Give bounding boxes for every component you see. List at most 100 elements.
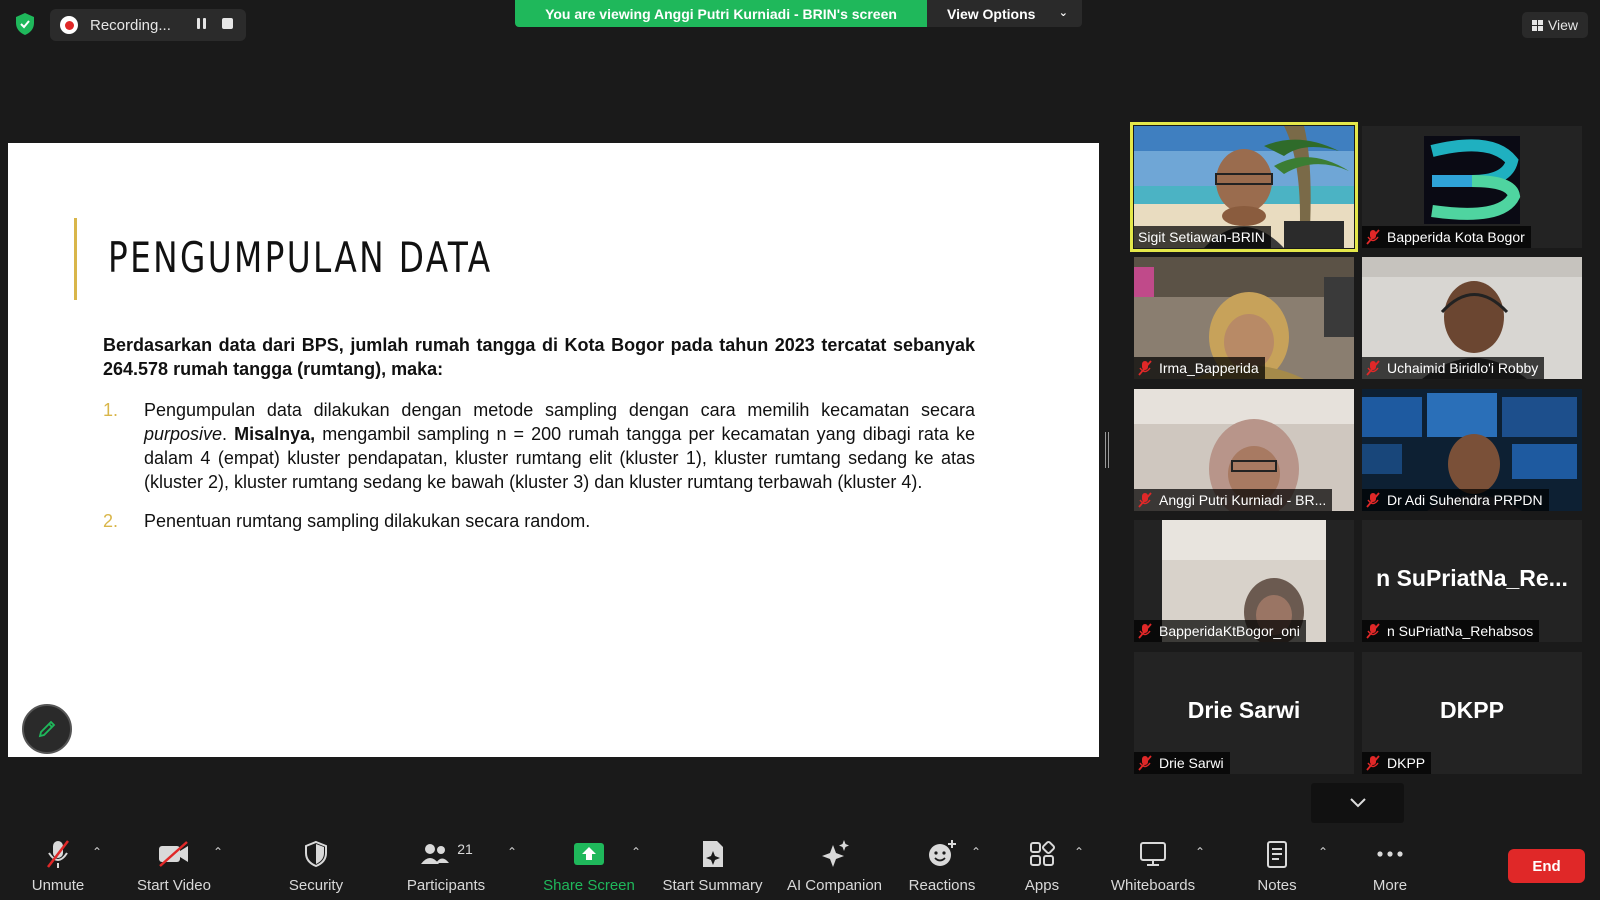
start-summary-label: Start Summary bbox=[662, 877, 763, 894]
participant-tile[interactable]: Bapperida Kota Bogor bbox=[1362, 126, 1582, 248]
panel-resize-handle[interactable] bbox=[1105, 432, 1110, 468]
recording-indicator: Recording... bbox=[50, 9, 246, 41]
apps-button[interactable]: Apps bbox=[1012, 825, 1072, 900]
participant-display-name: n SuPriatNa_Re... bbox=[1376, 565, 1568, 591]
participant-tile[interactable]: Sigit Setiawan-BRIN bbox=[1130, 122, 1358, 252]
muted-mic-icon bbox=[47, 840, 69, 868]
participant-tile[interactable]: Anggi Putri Kurniadi - BR... bbox=[1134, 389, 1354, 511]
title-accent-bar bbox=[74, 218, 77, 300]
participant-tile[interactable]: Dr Adi Suhendra PRPDN bbox=[1362, 389, 1582, 511]
apps-options-caret-icon[interactable]: ⌃ bbox=[1074, 845, 1084, 859]
share-screen-button[interactable]: Share Screen bbox=[541, 825, 637, 900]
list-item: 2. Penentuan rumtang sampling dilakukan … bbox=[103, 509, 975, 533]
participant-name-label: Sigit Setiawan-BRIN bbox=[1134, 226, 1271, 248]
start-video-button[interactable]: Start Video bbox=[128, 825, 220, 900]
participant-name: BapperidaKtBogor_oni bbox=[1159, 623, 1300, 639]
participants-button[interactable]: 21 Participants bbox=[398, 825, 494, 900]
view-options-label: View Options bbox=[947, 5, 1036, 22]
unmute-label: Unmute bbox=[31, 877, 85, 894]
muted-mic-icon bbox=[1366, 755, 1380, 771]
participant-name: Bapperida Kota Bogor bbox=[1387, 229, 1525, 245]
participants-count: 21 bbox=[457, 841, 473, 857]
zoom-meeting-window: Recording... You are viewing Anggi Putri… bbox=[0, 0, 1600, 900]
unmute-button[interactable]: Unmute bbox=[22, 825, 94, 900]
participant-name-label: n SuPriatNa_Rehabsos bbox=[1362, 620, 1540, 642]
whiteboards-options-caret-icon[interactable]: ⌃ bbox=[1195, 845, 1205, 859]
participant-name-label: Uchaimid Biridlo'i Robby bbox=[1362, 357, 1545, 379]
encryption-shield-icon[interactable] bbox=[14, 12, 36, 36]
participant-tile[interactable]: DKPP DKPP bbox=[1362, 652, 1582, 774]
slide-title: PENGUMPULAN DATA bbox=[108, 233, 493, 282]
notes-options-caret-icon[interactable]: ⌃ bbox=[1318, 845, 1328, 859]
participant-name: Irma_Bapperida bbox=[1159, 360, 1259, 376]
list-text: Penentuan rumtang sampling dilakukan sec… bbox=[144, 511, 591, 531]
muted-mic-icon bbox=[1366, 229, 1380, 245]
participant-tile[interactable]: n SuPriatNa_Re... n SuPriatNa_Rehabsos bbox=[1362, 520, 1582, 642]
participant-tile[interactable]: Drie Sarwi Drie Sarwi bbox=[1134, 652, 1354, 774]
participant-display-name: DKPP bbox=[1440, 697, 1504, 723]
participant-name: Drie Sarwi bbox=[1159, 755, 1224, 771]
stop-recording-icon[interactable] bbox=[222, 18, 233, 29]
participants-options-caret-icon[interactable]: ⌃ bbox=[507, 845, 517, 859]
participant-name: n SuPriatNa_Rehabsos bbox=[1387, 623, 1534, 639]
reactions-emoji-icon bbox=[929, 840, 956, 866]
more-label: More bbox=[1372, 877, 1408, 894]
more-dots-icon bbox=[1377, 851, 1403, 857]
participant-name: Anggi Putri Kurniadi - BR... bbox=[1159, 492, 1327, 508]
participant-tile[interactable]: BapperidaKtBogor_oni bbox=[1134, 520, 1354, 642]
viewing-screen-banner: You are viewing Anggi Putri Kurniadi - B… bbox=[515, 0, 927, 27]
start-video-label: Start Video bbox=[137, 877, 211, 894]
muted-mic-icon bbox=[1366, 360, 1380, 376]
muted-mic-icon bbox=[1366, 492, 1380, 508]
participant-tile[interactable]: Irma_Bapperida bbox=[1134, 257, 1354, 379]
share-options-caret-icon[interactable]: ⌃ bbox=[631, 845, 641, 859]
recording-dot-icon bbox=[60, 16, 78, 34]
participant-display-name: Drie Sarwi bbox=[1187, 697, 1301, 723]
view-options-button[interactable]: View Options ⌄ bbox=[927, 0, 1082, 27]
gallery-next-page-button[interactable] bbox=[1311, 783, 1404, 823]
security-label: Security bbox=[288, 877, 344, 894]
start-summary-button[interactable]: Start Summary bbox=[660, 825, 765, 900]
slide-numbered-list: 1. Pengumpulan data dilakukan dengan met… bbox=[103, 398, 975, 548]
audio-options-caret-icon[interactable]: ⌃ bbox=[92, 845, 102, 859]
shared-screen-slide: PENGUMPULAN DATA Berdasarkan data dari B… bbox=[8, 143, 1099, 757]
more-button[interactable]: More bbox=[1364, 825, 1416, 900]
chevron-down-icon: ⌄ bbox=[1058, 7, 1068, 19]
video-options-caret-icon[interactable]: ⌃ bbox=[213, 845, 223, 859]
security-button[interactable]: Security bbox=[280, 825, 352, 900]
muted-mic-icon bbox=[1138, 755, 1152, 771]
pause-recording-icon[interactable] bbox=[194, 18, 208, 32]
participant-tile[interactable]: Uchaimid Biridlo'i Robby bbox=[1362, 257, 1582, 379]
ai-sparkle-icon bbox=[821, 840, 849, 867]
end-meeting-button[interactable]: End bbox=[1508, 849, 1585, 883]
participants-label: Participants bbox=[406, 877, 486, 894]
ai-companion-label: AI Companion bbox=[786, 877, 883, 894]
whiteboard-icon bbox=[1140, 842, 1166, 866]
apps-icon bbox=[1030, 840, 1056, 866]
meeting-toolbar: Unmute ⌃ Start Video ⌃ Security 21 Parti… bbox=[0, 825, 1600, 900]
participant-name-label: DKPP bbox=[1362, 752, 1432, 774]
annotate-button[interactable] bbox=[22, 704, 72, 754]
view-button[interactable]: View bbox=[1522, 12, 1588, 38]
muted-mic-icon bbox=[1138, 360, 1152, 376]
participant-name-label: Anggi Putri Kurniadi - BR... bbox=[1134, 489, 1333, 511]
participant-name: Sigit Setiawan-BRIN bbox=[1138, 229, 1265, 245]
chevron-down-icon bbox=[1349, 798, 1366, 808]
notes-button[interactable]: Notes bbox=[1245, 825, 1309, 900]
security-shield-icon bbox=[305, 840, 327, 868]
reactions-options-caret-icon[interactable]: ⌃ bbox=[971, 845, 981, 859]
list-text: . bbox=[222, 424, 235, 444]
participant-name: DKPP bbox=[1387, 755, 1426, 771]
participant-name-label: Irma_Bapperida bbox=[1134, 357, 1265, 379]
notes-label: Notes bbox=[1257, 877, 1297, 894]
reactions-button[interactable]: Reactions bbox=[904, 825, 980, 900]
list-item: 1. Pengumpulan data dilakukan dengan met… bbox=[103, 398, 975, 494]
slide-intro-text: Berdasarkan data dari BPS, jumlah rumah … bbox=[103, 335, 975, 379]
participant-name: Dr Adi Suhendra PRPDN bbox=[1387, 492, 1543, 508]
participant-name-label: Dr Adi Suhendra PRPDN bbox=[1362, 489, 1549, 511]
layout-grid-icon bbox=[1531, 19, 1543, 31]
whiteboards-button[interactable]: Whiteboards bbox=[1104, 825, 1202, 900]
ai-companion-button[interactable]: AI Companion bbox=[782, 825, 887, 900]
participants-icon bbox=[421, 844, 450, 864]
muted-mic-icon bbox=[1366, 623, 1380, 639]
